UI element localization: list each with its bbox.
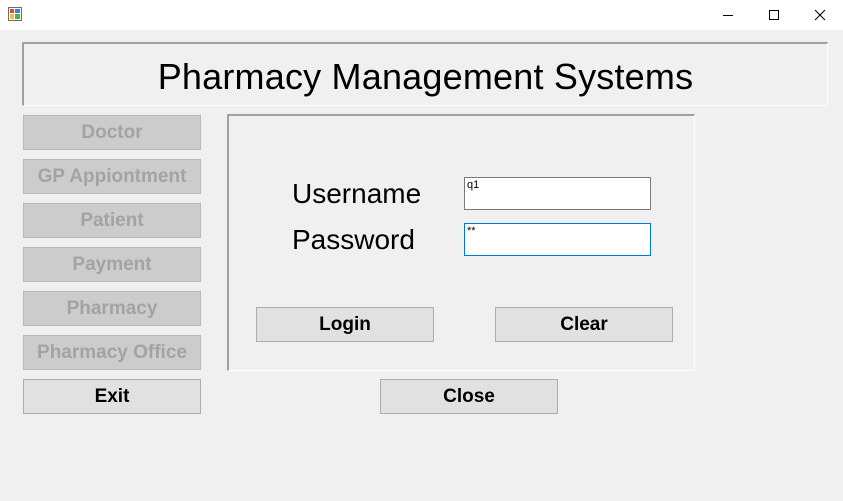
page-title: Pharmacy Management Systems bbox=[157, 56, 694, 97]
payment-button[interactable]: Payment bbox=[23, 247, 201, 282]
window-close-button[interactable] bbox=[797, 0, 843, 30]
password-label: Password bbox=[292, 224, 415, 255]
doctor-button[interactable]: Doctor bbox=[23, 115, 201, 150]
header-panel: Pharmacy Management Systems bbox=[22, 42, 828, 106]
gp-appointment-button[interactable]: GP Appiontment bbox=[23, 159, 201, 194]
app-icon bbox=[8, 7, 22, 21]
title-bar bbox=[0, 0, 843, 30]
maximize-icon bbox=[769, 10, 779, 20]
close-icon bbox=[814, 9, 826, 21]
app-window: Pharmacy Management Systems Doctor GP Ap… bbox=[0, 0, 843, 501]
login-panel: Username q1 Password ** Login Clear bbox=[227, 114, 695, 371]
patient-button[interactable]: Patient bbox=[23, 203, 201, 238]
username-label: Username bbox=[292, 178, 422, 209]
exit-button[interactable]: Exit bbox=[23, 379, 201, 414]
clear-button[interactable]: Clear bbox=[495, 307, 673, 342]
pharmacy-button[interactable]: Pharmacy bbox=[23, 291, 201, 326]
minimize-icon bbox=[723, 15, 733, 16]
username-input[interactable]: q1 bbox=[464, 177, 651, 210]
close-button[interactable]: Close bbox=[380, 379, 558, 414]
password-input[interactable]: ** bbox=[464, 223, 651, 256]
pharmacy-office-button[interactable]: Pharmacy Office bbox=[23, 335, 201, 370]
login-button[interactable]: Login bbox=[256, 307, 434, 342]
maximize-button[interactable] bbox=[751, 0, 797, 30]
minimize-button[interactable] bbox=[705, 0, 751, 30]
